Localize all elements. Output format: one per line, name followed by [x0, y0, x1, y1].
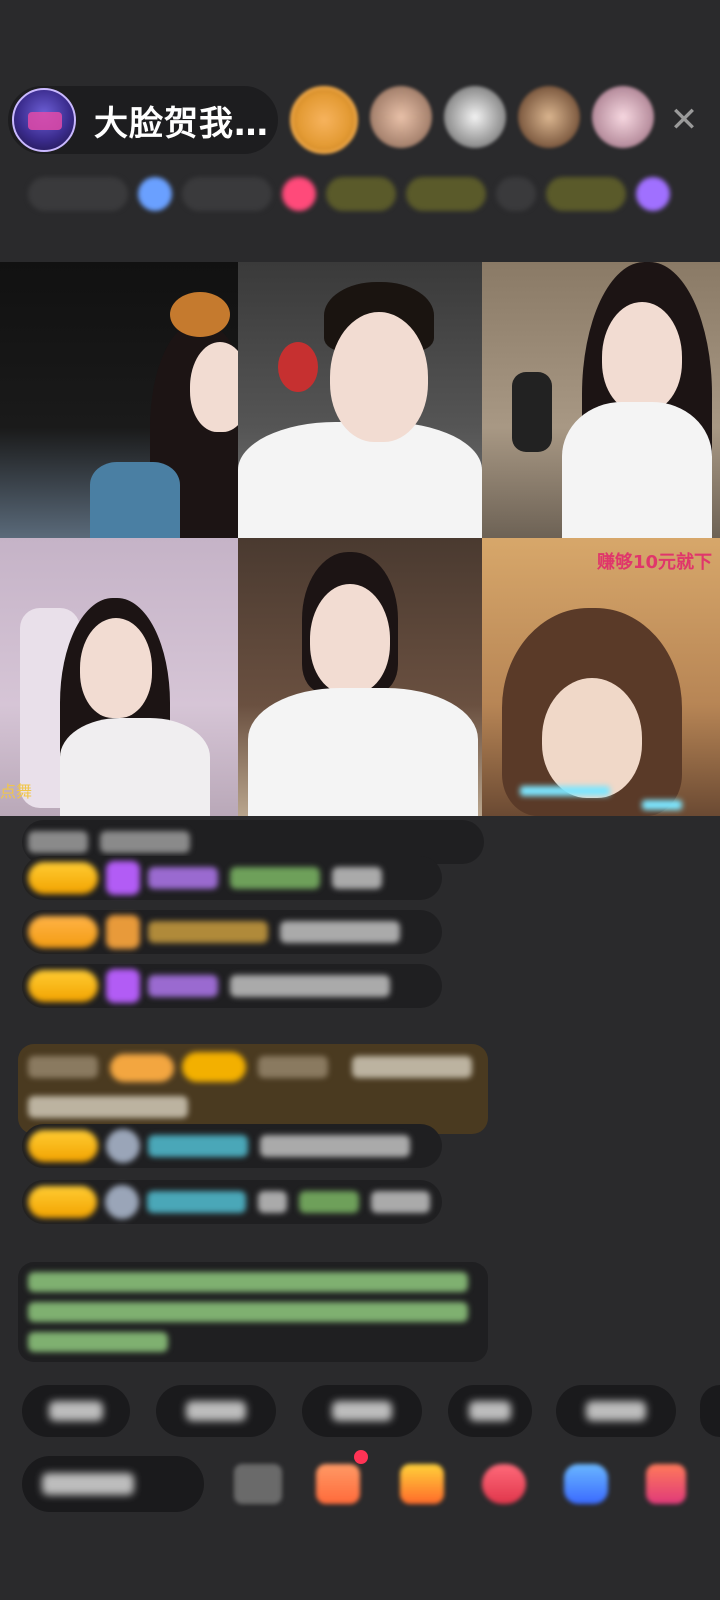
- chat-message[interactable]: [22, 964, 442, 1008]
- chat-message[interactable]: [22, 1124, 442, 1168]
- multi-guest-video-grid: 点舞 赚够10元就下: [0, 262, 720, 816]
- host-profile-pill[interactable]: 大脸贺我…: [8, 86, 278, 154]
- gem-icon: [106, 861, 140, 895]
- video-tile[interactable]: [238, 538, 482, 816]
- video-tile[interactable]: [482, 262, 720, 538]
- chat-message[interactable]: [22, 1180, 442, 1224]
- level-badge: [28, 1186, 98, 1218]
- tile-caption: [642, 800, 682, 810]
- chat-message[interactable]: [22, 856, 442, 900]
- quick-reply-chip[interactable]: [22, 1385, 130, 1437]
- tag-chip[interactable]: [496, 177, 536, 211]
- quick-reply-chip[interactable]: [448, 1385, 532, 1437]
- viewer-avatar[interactable]: [518, 86, 580, 148]
- fans-chip[interactable]: [182, 177, 272, 211]
- highlight-chat-message[interactable]: [18, 1044, 488, 1134]
- top-viewers-list: [290, 86, 654, 154]
- tag-chip[interactable]: [406, 177, 486, 211]
- bear-ears-decoration: [170, 292, 230, 337]
- video-tile[interactable]: 点舞: [0, 538, 238, 816]
- gift-icon[interactable]: [400, 1464, 444, 1504]
- quick-reply-chip[interactable]: [156, 1385, 276, 1437]
- host-avatar[interactable]: [12, 88, 76, 152]
- level-badge: [28, 1130, 98, 1162]
- level-badge: [28, 862, 98, 894]
- rank-chip[interactable]: [28, 177, 128, 211]
- share-icon[interactable]: [564, 1464, 608, 1504]
- tag-chip[interactable]: [326, 177, 396, 211]
- game-icon[interactable]: [482, 1464, 526, 1504]
- chat-message[interactable]: [22, 910, 442, 954]
- more-apps-icon[interactable]: [646, 1464, 686, 1504]
- quick-reply-chip[interactable]: [302, 1385, 422, 1437]
- level-badge: [28, 970, 98, 1002]
- badge-icon: [138, 177, 172, 211]
- level-badge: [28, 916, 98, 948]
- tile-caption: [520, 786, 610, 796]
- tile-overlay-text: 点舞: [0, 782, 33, 801]
- viewer-avatar[interactable]: [370, 86, 432, 148]
- tile-overlay-text: 赚够10元就下: [596, 552, 712, 573]
- gem-icon: [106, 915, 140, 949]
- heart-icon: [282, 177, 316, 211]
- video-tile[interactable]: [238, 262, 482, 538]
- avatar: [106, 1129, 140, 1163]
- video-tile[interactable]: [0, 262, 238, 538]
- system-notice-message: [18, 1262, 488, 1362]
- quick-reply-chip[interactable]: [700, 1385, 720, 1437]
- more-icon[interactable]: [636, 177, 670, 211]
- emoji-icon[interactable]: [234, 1464, 282, 1504]
- close-icon[interactable]: ✕: [664, 100, 704, 140]
- host-name: 大脸贺我…: [94, 103, 269, 144]
- avatar: [105, 1185, 139, 1219]
- chat-input[interactable]: [22, 1456, 204, 1512]
- live-info-bar: [28, 172, 688, 216]
- gem-icon: [106, 969, 140, 1003]
- viewer-avatar[interactable]: [444, 86, 506, 148]
- tag-chip[interactable]: [546, 177, 626, 211]
- notification-dot: [354, 1450, 368, 1464]
- store-icon[interactable]: [316, 1464, 360, 1504]
- viewer-avatar[interactable]: [592, 86, 654, 148]
- viewer-avatar[interactable]: [290, 86, 358, 154]
- video-tile[interactable]: 赚够10元就下: [482, 538, 720, 816]
- quick-reply-chip[interactable]: [556, 1385, 676, 1437]
